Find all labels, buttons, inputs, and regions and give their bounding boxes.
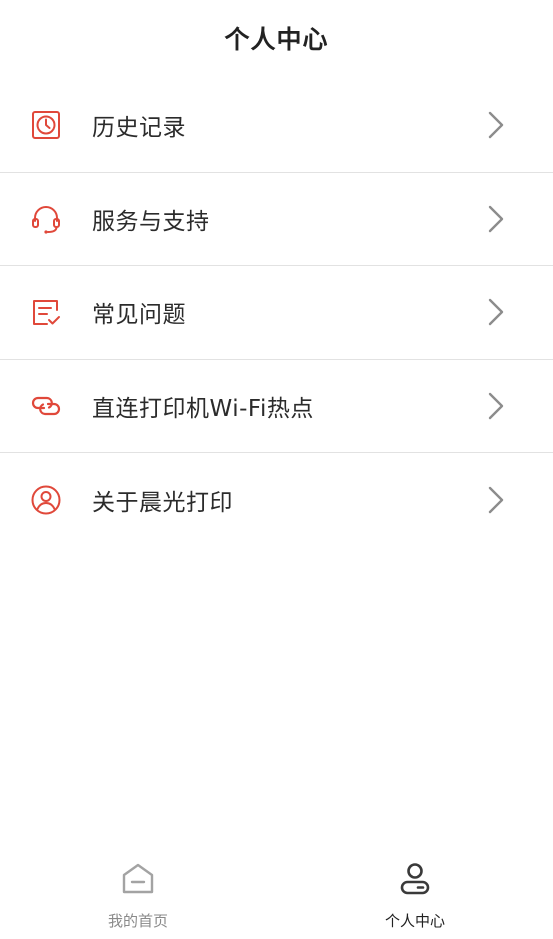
menu-item-label: 历史记录 xyxy=(92,115,186,142)
tab-label: 我的首页 xyxy=(107,912,168,930)
chevron-right-icon xyxy=(486,110,506,140)
menu-item-label: 常见问题 xyxy=(92,302,186,329)
menu-item-wifi-direct[interactable]: 直连打印机Wi-Fi热点 xyxy=(0,360,553,453)
menu-item-history[interactable]: 历史记录 xyxy=(0,79,553,173)
menu-item-faq[interactable]: 常见问题 xyxy=(0,266,553,360)
chevron-right-icon xyxy=(486,391,506,421)
menu-item-label: 服务与支持 xyxy=(92,208,210,235)
chevron-right-icon xyxy=(486,204,506,234)
user-circle-icon xyxy=(30,484,62,516)
profile-page: 个人中心 历史记录 服务与支持 常见问题 直连打印机Wi-Fi热点 关于晨光打印… xyxy=(0,0,553,939)
menu-item-label: 直连打印机Wi-Fi热点 xyxy=(92,395,314,422)
tab-profile[interactable]: 个人中心 xyxy=(277,845,553,939)
person-icon xyxy=(396,860,434,898)
menu-item-label: 关于晨光打印 xyxy=(92,489,233,516)
headset-icon xyxy=(30,203,62,235)
tab-home[interactable]: 我的首页 xyxy=(0,845,276,939)
home-icon xyxy=(119,860,157,898)
navigation-bar: 个人中心 xyxy=(0,0,553,76)
checklist-icon xyxy=(30,296,62,328)
tab-label: 个人中心 xyxy=(384,912,445,930)
page-title: 个人中心 xyxy=(224,25,329,54)
menu-list: 历史记录 服务与支持 常见问题 直连打印机Wi-Fi热点 关于晨光打印 xyxy=(0,79,553,547)
menu-item-service-support[interactable]: 服务与支持 xyxy=(0,173,553,266)
chevron-right-icon xyxy=(486,297,506,327)
bottom-tab-bar: 我的首页 个人中心 xyxy=(0,845,553,939)
link-icon xyxy=(30,390,62,422)
menu-item-about[interactable]: 关于晨光打印 xyxy=(0,453,553,547)
clock-icon xyxy=(30,109,62,141)
chevron-right-icon xyxy=(486,485,506,515)
